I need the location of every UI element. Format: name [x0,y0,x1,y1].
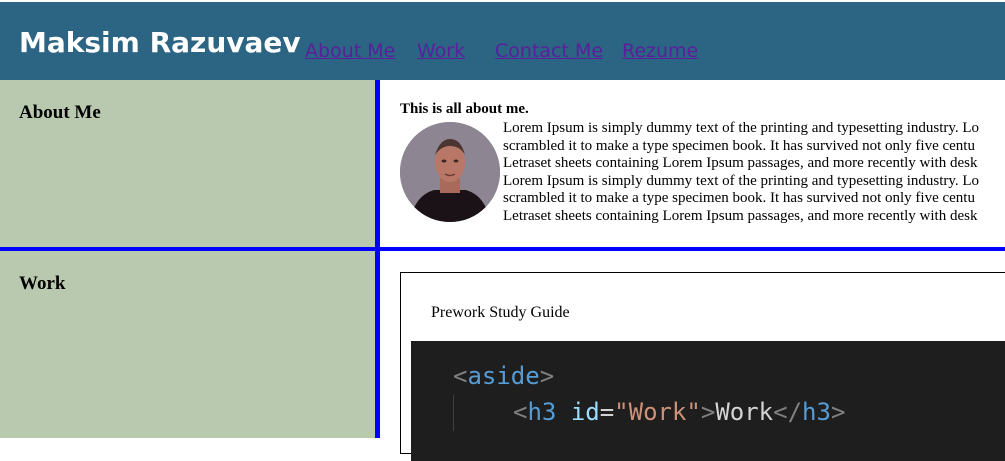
about-line: Lorem Ipsum is simply dummy text of the … [503,172,980,189]
code-token: "Work" [614,398,701,426]
about-section: About Me This is all about me. Lorem Ips… [0,80,1005,247]
about-aside: About Me [0,80,375,247]
code-token: > [830,398,846,426]
code-token: aside [467,362,540,390]
work-card-title[interactable]: Prework Study Guide [431,303,570,323]
about-paragraph: Lorem Ipsum is simply dummy text of the … [503,120,1005,225]
code-token: id [570,398,600,426]
code-token: h3 [527,398,557,426]
work-card[interactable]: Prework Study Guide <aside> <h3 id="Work… [400,272,1005,461]
code-line: <h3 id="Work">Work</h3> [513,397,845,427]
about-line: scrambled it to make a type specimen boo… [503,137,975,154]
indent-guide [453,395,454,431]
about-heading: About Me [19,102,101,123]
nav-link-rezume[interactable]: Rezume [622,39,698,63]
code-token: </ [773,398,803,426]
profile-photo-graphic [400,122,500,222]
code-token: < [453,362,468,390]
code-token: Work [715,398,774,426]
nav-link-contact-me[interactable]: Contact Me [495,39,603,63]
code-token: > [700,398,716,426]
about-line: Letraset sheets containing Lorem Ipsum p… [503,155,978,171]
about-line: Lorem Ipsum is simply dummy text of the … [503,120,980,136]
work-heading: Work [19,273,66,294]
nav-link-about-me[interactable]: About Me [305,39,395,63]
code-line: <aside> [453,361,554,391]
code-token: > [539,362,555,390]
code-screenshot: <aside> <h3 id="Work">Work</h3> [411,341,1005,461]
about-line: scrambled it to make a type specimen boo… [503,190,975,206]
profile-photo [400,122,500,222]
site-title: Maksim Razuvaev [19,26,301,59]
nav-link-work[interactable]: Work [417,39,465,63]
code-token: < [513,398,528,426]
work-aside: Work [0,251,375,438]
site-header: Maksim Razuvaev About Me Work Contact Me… [0,2,1005,80]
code-token: h3 [802,398,831,426]
about-intro: This is all about me. [400,101,529,117]
about-line: Letraset sheets containing Lorem Ipsum p… [503,207,978,224]
code-token: = [599,398,615,426]
about-content: This is all about me. Lorem Ipsum is sim… [400,100,1005,224]
work-section: Work Prework Study Guide <aside> <h3 id=… [0,251,1005,461]
